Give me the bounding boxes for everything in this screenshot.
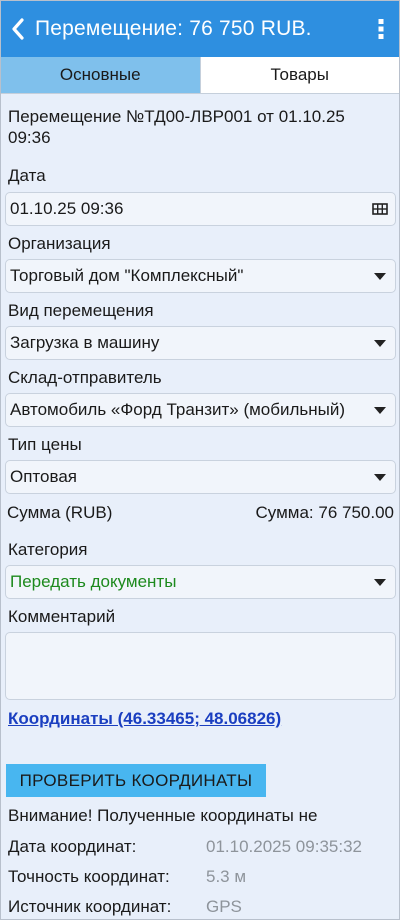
transfer-type-value: Загрузка в машину bbox=[10, 333, 160, 352]
coord-source-label: Источник координат: bbox=[8, 897, 172, 916]
sender-warehouse-label: Склад-отправитель bbox=[8, 368, 162, 387]
sum-value: Сумма: 76 750.00 bbox=[255, 503, 395, 522]
organization-value: Торговый дом "Комплексный" bbox=[10, 266, 244, 285]
screen: Перемещение: 76 750 RUB. Основные Товары… bbox=[0, 0, 400, 920]
date-field[interactable]: 01.10.25 09:36 bbox=[5, 192, 396, 226]
tab-goods[interactable]: Товары bbox=[199, 57, 399, 93]
dropdown-arrow-icon bbox=[369, 326, 391, 360]
organization-select[interactable]: Торговый дом "Комплексный" bbox=[5, 259, 396, 293]
check-coordinates-button[interactable]: ПРОВЕРИТЬ КООРДИНАТЫ bbox=[6, 764, 266, 797]
overflow-menu-button[interactable] bbox=[363, 1, 399, 57]
page-title: Перемещение: 76 750 RUB. bbox=[35, 17, 312, 40]
calendar-grid-icon[interactable] bbox=[369, 192, 391, 226]
tab-bar: Основные Товары bbox=[1, 57, 399, 94]
price-type-label: Тип цены bbox=[8, 435, 82, 454]
document-heading: Перемещение №ТД00-ЛВР001 от 01.10.25 09:… bbox=[8, 107, 345, 147]
sender-warehouse-value: Автомобиль «Форд Транзит» (мобильный) bbox=[10, 400, 346, 419]
date-label: Дата bbox=[8, 166, 46, 185]
sender-warehouse-select[interactable]: Автомобиль «Форд Транзит» (мобильный) bbox=[5, 393, 396, 427]
comment-textarea[interactable] bbox=[5, 632, 396, 700]
category-value: Передать документы bbox=[10, 572, 177, 591]
category-label: Категория bbox=[8, 540, 88, 559]
dropdown-arrow-icon bbox=[369, 259, 391, 293]
coord-date-value: 01.10.2025 09:35:32 bbox=[206, 837, 362, 856]
dropdown-arrow-icon bbox=[369, 460, 391, 494]
dropdown-arrow-icon bbox=[369, 565, 391, 599]
coord-source-value: GPS bbox=[206, 897, 242, 916]
dropdown-arrow-icon bbox=[369, 393, 391, 427]
sum-label: Сумма (RUB) bbox=[7, 503, 113, 522]
coordinates-warning: Внимание! Полученные координаты не bbox=[8, 806, 318, 825]
transfer-type-select[interactable]: Загрузка в машину bbox=[5, 326, 396, 360]
more-vertical-icon bbox=[378, 19, 384, 39]
tab-main[interactable]: Основные bbox=[1, 57, 200, 93]
chevron-left-icon bbox=[12, 18, 24, 40]
transfer-type-label: Вид перемещения bbox=[8, 301, 154, 320]
price-type-select[interactable]: Оптовая bbox=[5, 460, 396, 494]
coord-accuracy-value: 5.3 м bbox=[206, 867, 247, 886]
price-type-value: Оптовая bbox=[10, 467, 77, 486]
date-value: 01.10.25 09:36 bbox=[10, 199, 124, 218]
coord-accuracy-label: Точность координат: bbox=[8, 867, 170, 886]
back-button[interactable] bbox=[1, 1, 35, 57]
comment-label: Комментарий bbox=[8, 607, 116, 626]
category-select[interactable]: Передать документы bbox=[5, 565, 396, 599]
app-bar: Перемещение: 76 750 RUB. bbox=[1, 1, 399, 57]
coordinates-link[interactable]: Координаты (46.33465; 48.06826) bbox=[8, 709, 281, 729]
coord-date-label: Дата координат: bbox=[8, 837, 137, 856]
organization-label: Организация bbox=[8, 234, 111, 253]
